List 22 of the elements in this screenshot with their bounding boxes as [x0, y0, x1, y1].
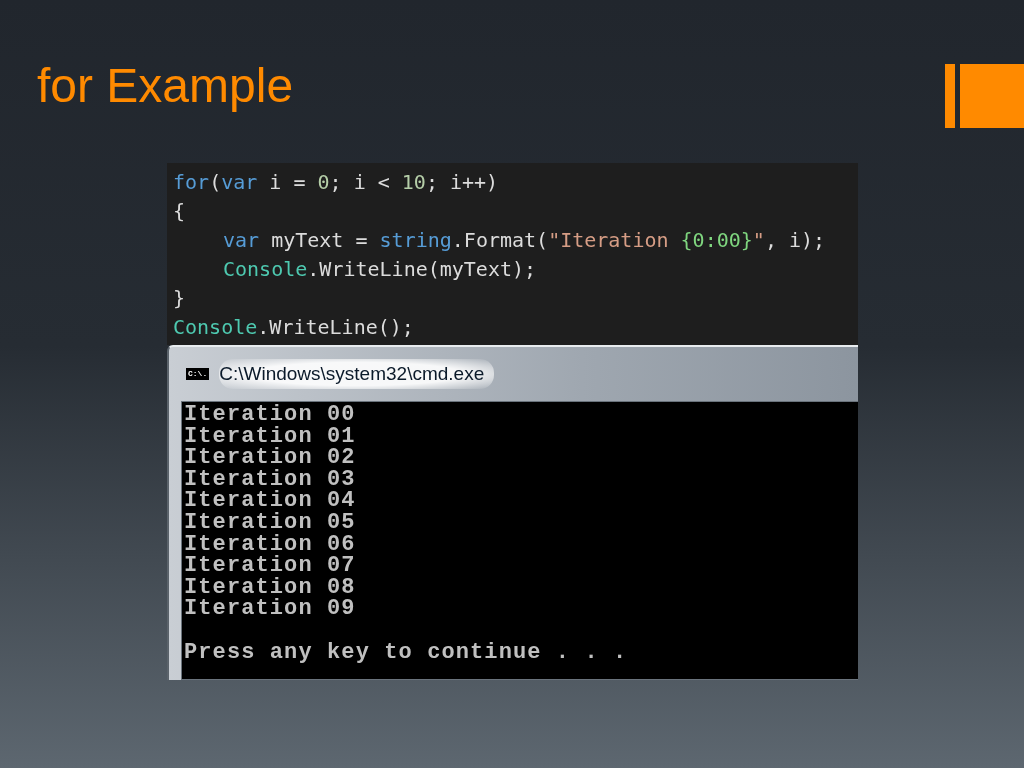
- console-line: Iteration 00: [184, 404, 356, 426]
- console-line: Iteration 02: [184, 447, 356, 469]
- code-line: Console.WriteLine(myText);: [222, 256, 538, 283]
- code-line: Console.WriteLine();: [173, 314, 415, 341]
- code-line: for(var i = 0; i < 10; i++): [173, 169, 500, 196]
- console-line: Iteration 05: [184, 511, 356, 534]
- console-line: Iteration 08: [184, 576, 356, 599]
- accent-block: [960, 64, 1024, 128]
- console-prompt: Press any key to continue . . .: [184, 641, 628, 664]
- console-line: Iteration 01: [184, 425, 356, 448]
- console-line: Iteration 06: [184, 533, 356, 556]
- console-line: Iteration 04: [184, 490, 356, 512]
- window-title: C:\Windows\system32\cmd.exe: [219, 359, 495, 389]
- console-line: Iteration 07: [184, 555, 356, 577]
- console-line: Iteration 09: [184, 598, 356, 620]
- code-line: }: [173, 285, 187, 312]
- code-line: {: [173, 198, 187, 225]
- accent-bar: [945, 64, 955, 128]
- slide-title: for Example: [37, 62, 294, 110]
- console-line: Iteration 03: [184, 468, 356, 491]
- code-line: var myText = string.Format("Iteration {0:00}", i);: [222, 227, 827, 254]
- console-icon: C:\.: [186, 368, 210, 380]
